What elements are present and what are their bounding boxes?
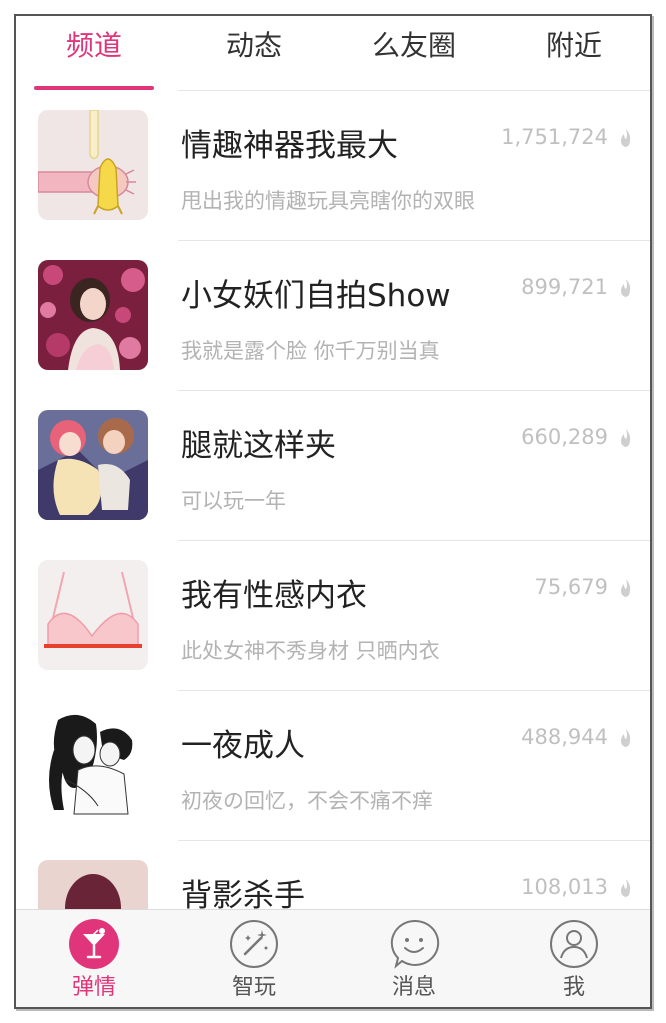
list-item[interactable]: 腿就这样夹 可以玩一年 660,289 (16, 390, 650, 540)
cocktail-icon (69, 919, 119, 969)
nav-label: 消息 (391, 975, 436, 1000)
app-frame: 频道 动态 么友圈 附近 情趣神器我最大 甩出我的情趣玩具亮瞎你的双眼 1,75… (14, 14, 652, 1009)
flame-icon (621, 279, 631, 297)
flame-icon (621, 429, 631, 447)
channel-count: 108,013 (521, 875, 608, 899)
channel-subtitle: 我就是露个脸 你千万别当真 (181, 339, 440, 363)
flame-icon (621, 579, 631, 597)
woman-portrait-icon (38, 260, 148, 370)
nav-label: 智玩 (231, 975, 276, 1000)
channel-subtitle: 可以玩一年 (181, 489, 286, 513)
channel-count: 488,944 (521, 725, 608, 749)
channel-title: 我有性感内衣 (181, 578, 367, 614)
list-item[interactable]: 一夜成人 初夜の回忆，不会不痛不痒 488,944 (16, 690, 650, 840)
nav-me[interactable]: 我 (514, 918, 634, 1002)
anime-couple-icon (38, 410, 148, 520)
flame-icon (621, 729, 631, 747)
tab-nearby[interactable]: 附近 (514, 26, 634, 66)
channel-title: 腿就这样夹 (181, 428, 336, 464)
channel-subtitle: 初夜の回忆，不会不痛不痒 (181, 789, 433, 813)
list-item[interactable]: 我有性感内衣 此处女神不秀身材 只晒内衣 75,679 (16, 540, 650, 690)
divider (178, 90, 650, 91)
channel-count: 899,721 (521, 275, 608, 299)
lingerie-icon (38, 560, 148, 670)
channel-count: 1,751,724 (501, 125, 608, 149)
channel-list[interactable]: 情趣神器我最大 甩出我的情趣玩具亮瞎你的双眼 1,751,724 小女妖们自拍S… (16, 90, 650, 912)
flame-icon (621, 879, 631, 897)
channel-title: 小女妖们自拍Show (181, 278, 451, 314)
divider (178, 240, 650, 241)
nav-zhiwan[interactable]: 智玩 (194, 918, 314, 1002)
list-item[interactable]: 小女妖们自拍Show 我就是露个脸 你千万别当真 899,721 (16, 240, 650, 390)
channel-count: 660,289 (521, 425, 608, 449)
list-item[interactable]: 情趣神器我最大 甩出我的情趣玩具亮瞎你的双眼 1,751,724 (16, 90, 650, 240)
channel-title: 情趣神器我最大 (181, 128, 398, 164)
top-tab-bar: 频道 动态 么友圈 附近 (16, 16, 650, 90)
tab-channels[interactable]: 频道 (34, 26, 154, 66)
flame-icon (621, 129, 631, 147)
user-profile-icon (550, 920, 598, 968)
channel-subtitle: 此处女神不秀身材 只晒内衣 (181, 639, 440, 663)
list-item[interactable]: 背影杀手 108,013 (16, 840, 650, 912)
nav-label: 弹情 (71, 975, 116, 1000)
tab-activity[interactable]: 动态 (194, 26, 314, 66)
smiley-chat-icon (390, 919, 440, 969)
magic-wand-icon (230, 920, 278, 968)
channel-title: 一夜成人 (181, 728, 305, 764)
nav-tanqing[interactable]: 弹情 (34, 918, 154, 1002)
channel-count: 75,679 (534, 575, 608, 599)
bottom-nav-bar: 弹情 智玩 消息 我 (16, 909, 650, 1007)
divider (178, 540, 650, 541)
nav-messages[interactable]: 消息 (354, 918, 474, 1002)
sketch-couple-icon (38, 710, 148, 820)
divider (178, 690, 650, 691)
tab-friends-circle[interactable]: 么友圈 (354, 26, 474, 66)
nav-label: 我 (562, 975, 585, 1000)
channel-title: 背影杀手 (181, 878, 305, 912)
divider (178, 840, 650, 841)
divider (178, 390, 650, 391)
banana-hand-icon (38, 110, 148, 220)
channel-subtitle: 甩出我的情趣玩具亮瞎你的双眼 (181, 189, 475, 213)
back-view-icon (38, 860, 148, 912)
